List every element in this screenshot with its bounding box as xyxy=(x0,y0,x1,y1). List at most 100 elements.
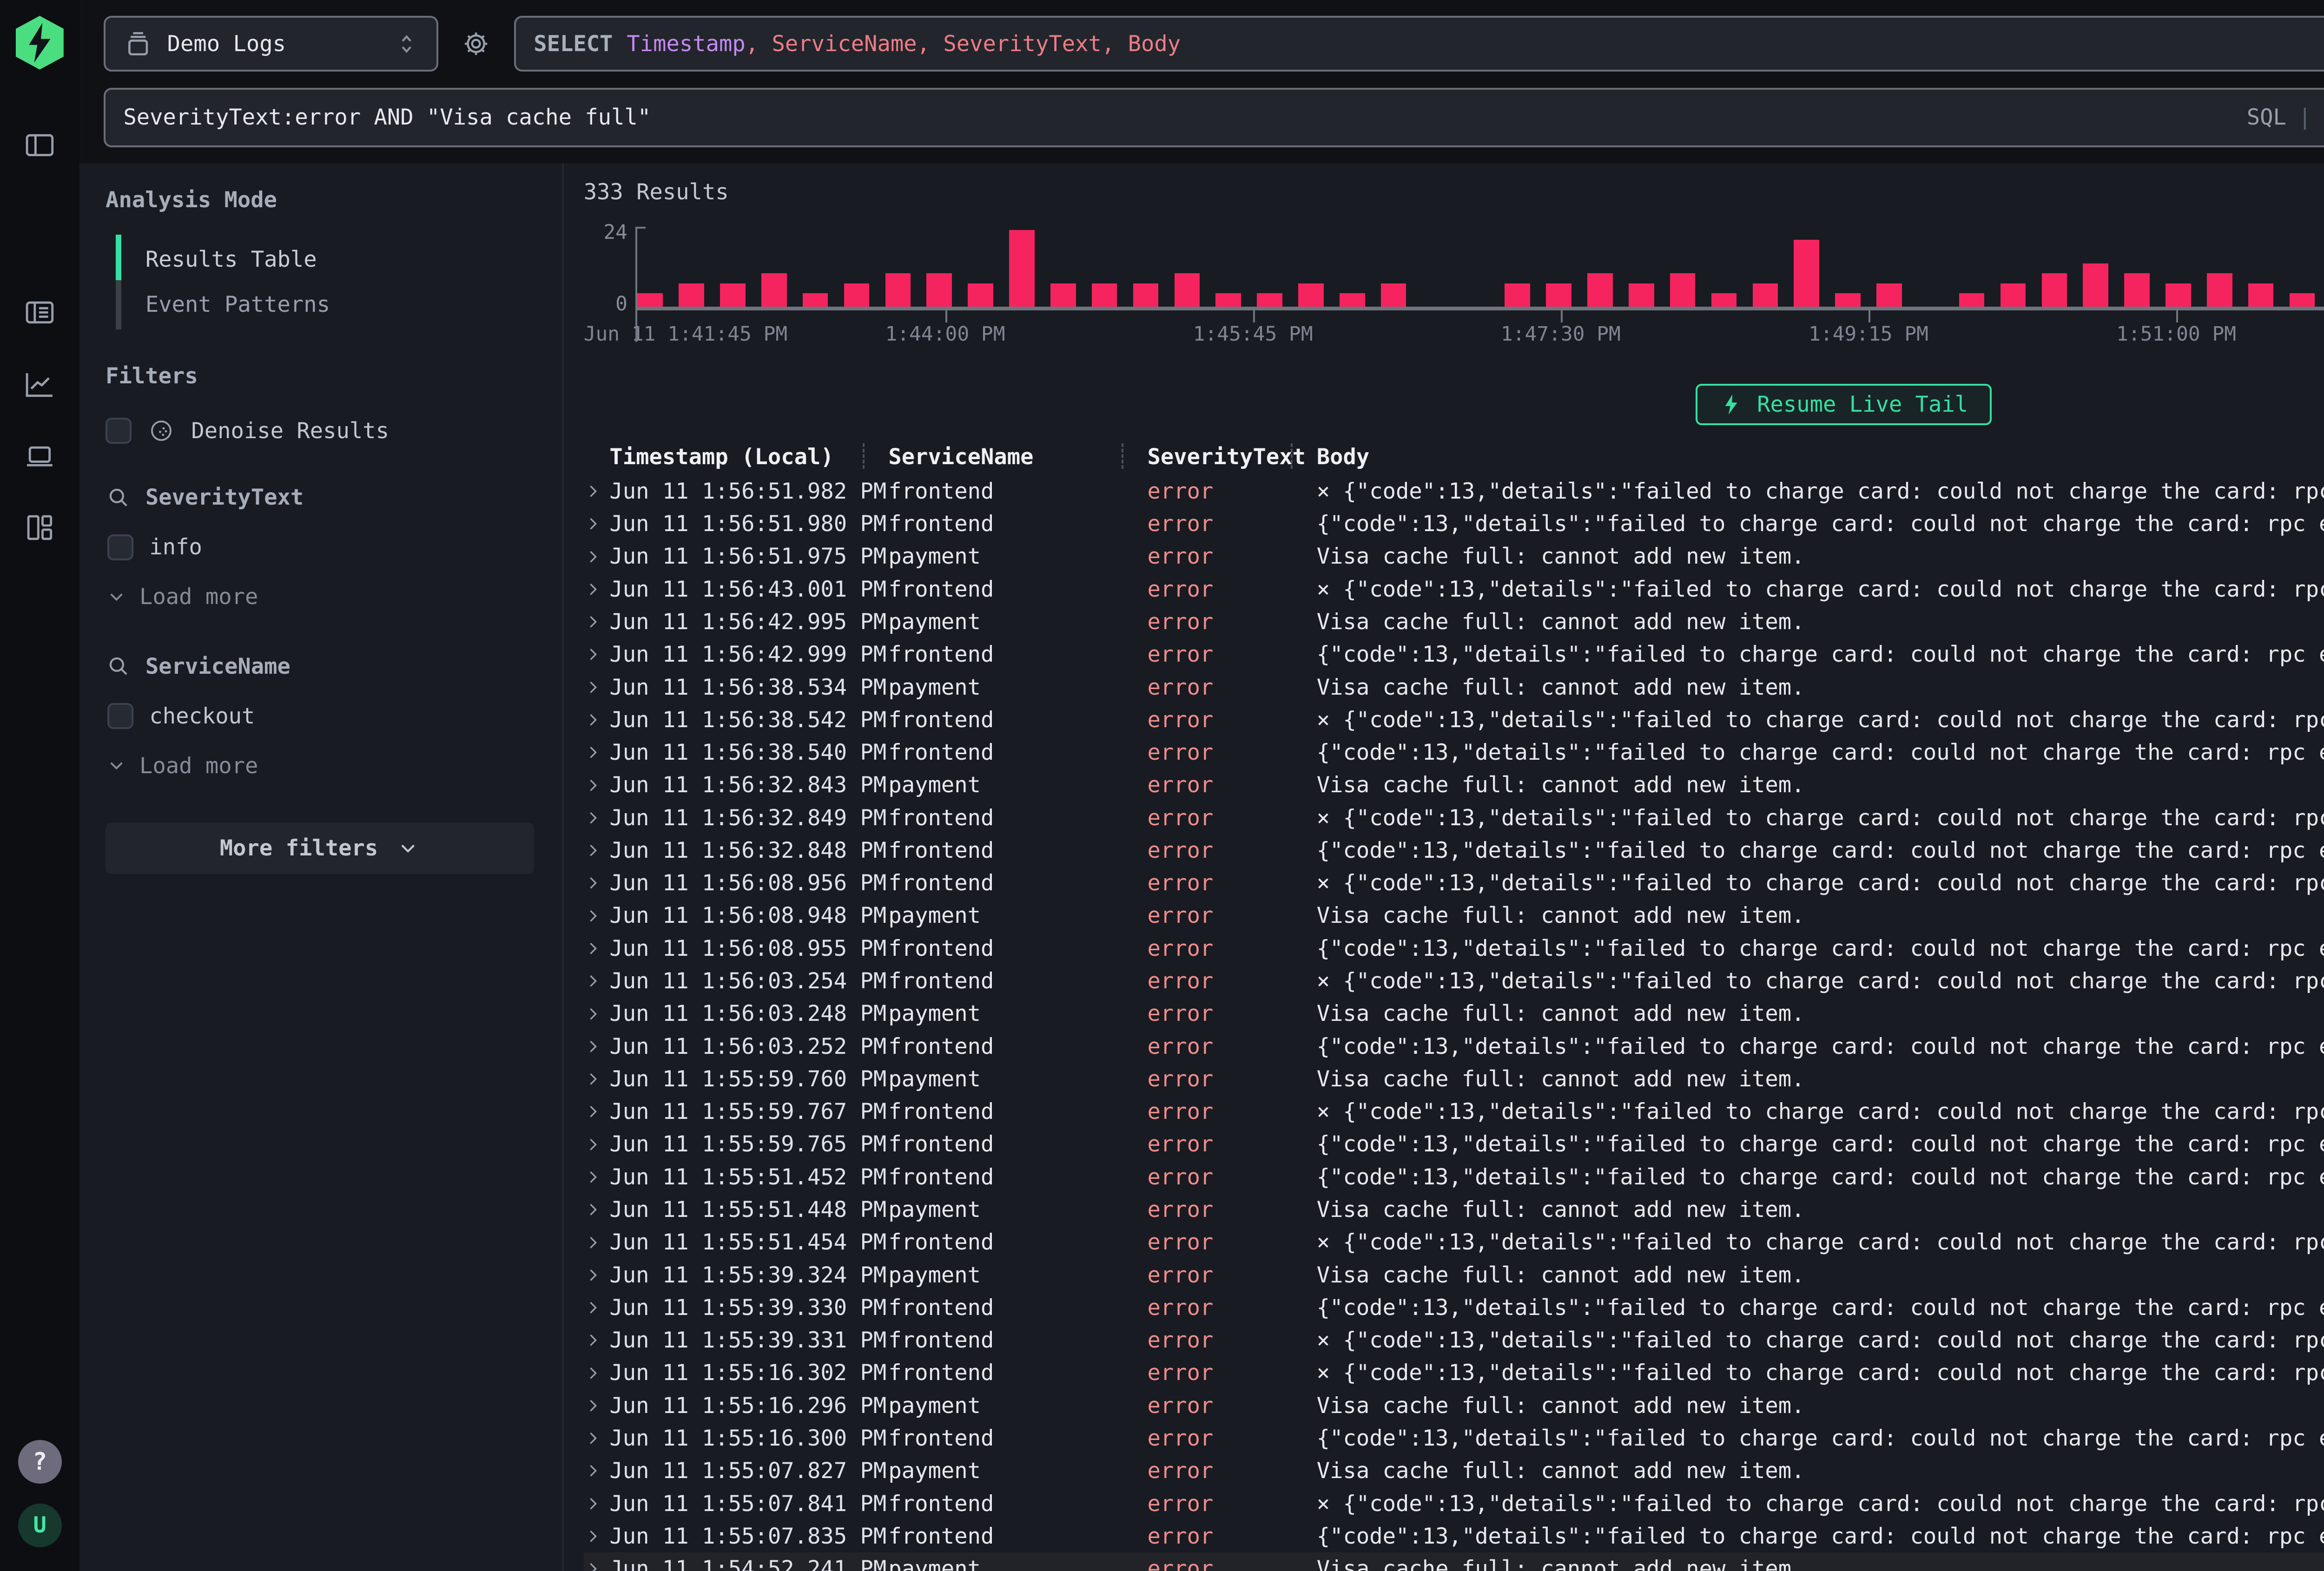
log-row[interactable]: Jun 11 1:55:59.760 PM payment error Visa… xyxy=(584,1063,2324,1095)
log-row[interactable]: Jun 11 1:56:32.849 PM frontend error × {… xyxy=(584,802,2324,834)
log-row[interactable]: Jun 11 1:55:51.452 PM frontend error {"c… xyxy=(584,1161,2324,1193)
log-row[interactable]: Jun 11 1:56:38.540 PM frontend error {"c… xyxy=(584,736,2324,769)
source-select[interactable]: Demo Logs xyxy=(104,16,438,72)
log-row[interactable]: Jun 11 1:56:42.999 PM frontend error {"c… xyxy=(584,638,2324,671)
histogram-bar[interactable] xyxy=(1340,293,1365,307)
histogram-bar[interactable] xyxy=(2166,283,2191,307)
search-icon[interactable] xyxy=(106,485,132,511)
histogram-bar[interactable] xyxy=(1711,293,1737,307)
hyperdx-logo-icon[interactable] xyxy=(16,16,64,70)
row-expand-chevron-icon[interactable] xyxy=(584,972,610,990)
row-expand-chevron-icon[interactable] xyxy=(584,1266,610,1284)
histogram-bar[interactable] xyxy=(679,283,704,307)
column-resize-handle[interactable] xyxy=(1291,443,1293,469)
row-expand-chevron-icon[interactable] xyxy=(584,1136,610,1154)
row-expand-chevron-icon[interactable] xyxy=(584,1527,610,1545)
histogram-bar[interactable] xyxy=(1587,273,1613,307)
chart-explorer-icon[interactable] xyxy=(16,361,64,408)
histogram-bar[interactable] xyxy=(1835,293,1861,307)
histogram-bar[interactable] xyxy=(926,273,952,307)
histogram-bar[interactable] xyxy=(1876,283,1902,307)
histogram-bar[interactable] xyxy=(1546,283,1571,307)
row-expand-chevron-icon[interactable] xyxy=(584,1331,610,1349)
histogram-bar[interactable] xyxy=(1133,283,1159,307)
histogram-bar[interactable] xyxy=(761,273,787,307)
row-expand-chevron-icon[interactable] xyxy=(584,1070,610,1088)
log-row[interactable]: Jun 11 1:55:16.296 PM payment error Visa… xyxy=(584,1389,2324,1422)
row-expand-chevron-icon[interactable] xyxy=(584,1234,610,1252)
row-expand-chevron-icon[interactable] xyxy=(584,841,610,860)
row-expand-chevron-icon[interactable] xyxy=(584,711,610,729)
histogram-bar[interactable] xyxy=(1629,283,1654,307)
row-expand-chevron-icon[interactable] xyxy=(584,1397,610,1415)
histogram-bar[interactable] xyxy=(2124,273,2150,307)
log-row[interactable]: Jun 11 1:56:32.843 PM payment error Visa… xyxy=(584,769,2324,802)
column-resize-handle[interactable] xyxy=(1122,443,1123,469)
log-row[interactable]: Jun 11 1:56:51.980 PM frontend error {"c… xyxy=(584,507,2324,540)
histogram-bar[interactable] xyxy=(1298,283,1324,307)
log-row[interactable]: Jun 11 1:55:07.841 PM frontend error × {… xyxy=(584,1487,2324,1520)
filter-option-info[interactable]: info xyxy=(107,534,534,560)
row-expand-chevron-icon[interactable] xyxy=(584,907,610,925)
resume-live-tail-button[interactable]: Resume Live Tail xyxy=(1696,384,1992,425)
column-header-timestamp[interactable]: Timestamp (Local) xyxy=(609,444,888,470)
histogram-bar[interactable] xyxy=(844,283,870,307)
histogram-bar[interactable] xyxy=(720,283,746,307)
log-row[interactable]: Jun 11 1:55:51.454 PM frontend error × {… xyxy=(584,1226,2324,1259)
histogram-bar[interactable] xyxy=(1505,283,1530,307)
row-expand-chevron-icon[interactable] xyxy=(584,1364,610,1382)
user-avatar[interactable]: U xyxy=(18,1504,62,1547)
row-expand-chevron-icon[interactable] xyxy=(584,1038,610,1056)
histogram-bar[interactable] xyxy=(803,293,828,307)
help-button[interactable]: ? xyxy=(18,1440,62,1484)
search-logs-icon[interactable] xyxy=(16,289,64,336)
histogram-bar[interactable] xyxy=(1092,283,1117,307)
log-row[interactable]: Jun 11 1:55:39.330 PM frontend error {"c… xyxy=(584,1291,2324,1324)
sessions-icon[interactable] xyxy=(16,432,64,480)
row-expand-chevron-icon[interactable] xyxy=(584,1462,610,1480)
row-expand-chevron-icon[interactable] xyxy=(584,548,610,566)
row-expand-chevron-icon[interactable] xyxy=(584,482,610,500)
histogram-bar[interactable] xyxy=(1009,230,1035,307)
histogram-bar[interactable] xyxy=(1753,283,1778,307)
log-row[interactable]: Jun 11 1:55:16.302 PM frontend error × {… xyxy=(584,1357,2324,1389)
log-row[interactable]: Jun 11 1:56:43.001 PM frontend error × {… xyxy=(584,573,2324,605)
mode-results-table[interactable]: Results Table xyxy=(106,237,534,282)
row-expand-chevron-icon[interactable] xyxy=(584,645,610,664)
select-clause-input[interactable]: SELECT Timestamp, ServiceName, SeverityT… xyxy=(514,16,2324,72)
row-expand-chevron-icon[interactable] xyxy=(584,1103,610,1121)
histogram-bar[interactable] xyxy=(2000,283,2026,307)
histogram-bar[interactable] xyxy=(1381,283,1406,307)
histogram-bar[interactable] xyxy=(2042,273,2067,307)
sidebar-toggle-icon[interactable] xyxy=(16,121,64,169)
dashboards-icon[interactable] xyxy=(16,504,64,552)
histogram-bar[interactable] xyxy=(637,293,663,307)
load-more-servicename[interactable]: Load more xyxy=(106,753,534,779)
histogram-bar[interactable] xyxy=(2290,293,2315,307)
log-row[interactable]: Jun 11 1:56:32.848 PM frontend error {"c… xyxy=(584,834,2324,867)
histogram-bar[interactable] xyxy=(1794,240,1819,306)
row-expand-chevron-icon[interactable] xyxy=(584,1299,610,1317)
row-expand-chevron-icon[interactable] xyxy=(584,580,610,598)
histogram-bar[interactable] xyxy=(2207,273,2232,307)
log-row[interactable]: Jun 11 1:55:59.767 PM frontend error × {… xyxy=(584,1096,2324,1128)
column-header-servicename[interactable]: ServiceName xyxy=(888,444,1147,470)
filter-checkbox[interactable] xyxy=(107,703,133,729)
column-resize-handle[interactable] xyxy=(863,443,865,469)
mode-event-patterns[interactable]: Event Patterns xyxy=(106,282,534,328)
histogram-bar[interactable] xyxy=(1175,273,1200,307)
row-expand-chevron-icon[interactable] xyxy=(584,1429,610,1447)
histogram-bar[interactable] xyxy=(968,283,993,307)
log-row[interactable]: Jun 11 1:56:38.534 PM payment error Visa… xyxy=(584,671,2324,703)
more-filters-button[interactable]: More filters xyxy=(106,822,534,874)
language-sql-option[interactable]: SQL xyxy=(2247,105,2286,130)
row-expand-chevron-icon[interactable] xyxy=(584,743,610,762)
log-row[interactable]: Jun 11 1:56:08.956 PM frontend error × {… xyxy=(584,867,2324,900)
search-input[interactable] xyxy=(123,105,2231,130)
log-row[interactable]: Jun 11 1:55:59.765 PM frontend error {"c… xyxy=(584,1128,2324,1161)
log-row[interactable]: Jun 11 1:56:03.252 PM frontend error {"c… xyxy=(584,1030,2324,1063)
histogram-bar[interactable] xyxy=(1215,293,1241,307)
log-row[interactable]: Jun 11 1:56:51.982 PM frontend error × {… xyxy=(584,475,2324,507)
row-expand-chevron-icon[interactable] xyxy=(584,1495,610,1513)
log-row[interactable]: Jun 11 1:55:07.827 PM payment error Visa… xyxy=(584,1455,2324,1487)
